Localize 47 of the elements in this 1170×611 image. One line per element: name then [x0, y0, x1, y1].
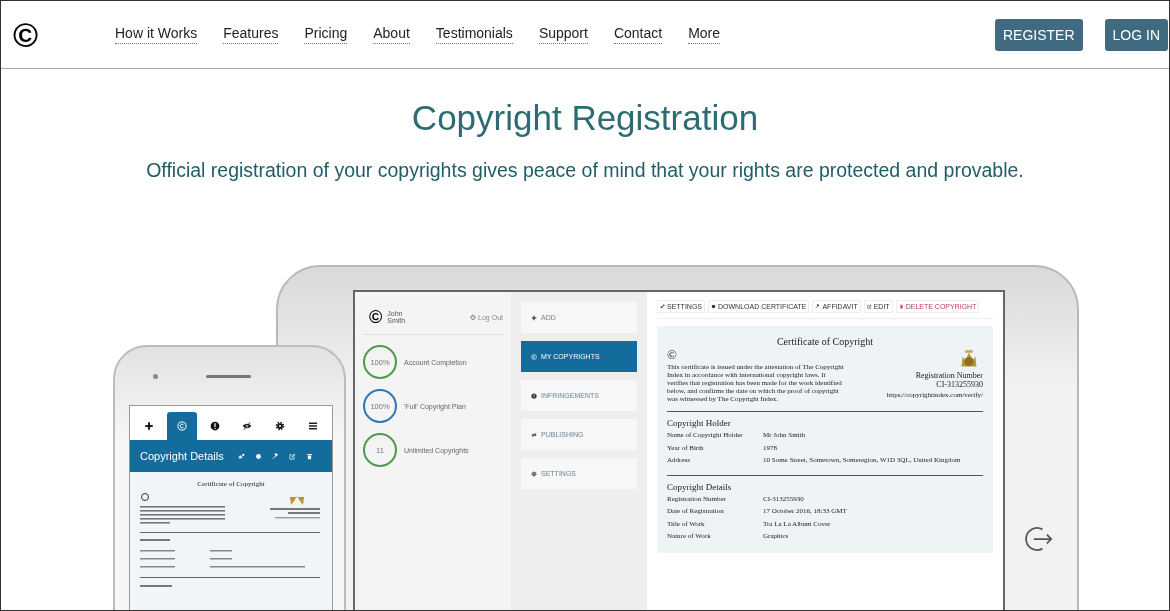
registration-label: Registration Number [915, 371, 983, 380]
plus-icon [144, 421, 154, 431]
copyright-mark: © [667, 347, 678, 363]
dot-icon [254, 452, 262, 460]
trash-icon [898, 304, 904, 309]
nav-link[interactable]: About [373, 25, 410, 44]
edit-icon [866, 304, 872, 309]
certificate-title: Certificate of Copyright [775, 336, 875, 347]
header-title: Copyright Details [140, 450, 224, 462]
copyright-logo[interactable]: © [13, 17, 103, 52]
nav-link[interactable]: Testimonials [435, 25, 513, 44]
section-heading: Copyright Details [667, 481, 733, 492]
crest-icon [959, 349, 979, 369]
edit-icon [288, 452, 296, 460]
nav-link[interactable]: Features [223, 25, 279, 44]
nav-link[interactable]: Contact [613, 25, 663, 44]
nav-link[interactable]: More [688, 25, 721, 44]
menu-icon [308, 421, 318, 431]
hammer-icon [815, 304, 821, 309]
exclamation-icon [209, 421, 220, 431]
hammer-icon [271, 452, 279, 460]
eye-slash-icon [242, 421, 253, 431]
page-title: Copyright Registration [410, 98, 760, 138]
gear-icon [531, 470, 537, 477]
copyright-logo: © [369, 308, 383, 326]
register-button[interactable]: REGISTER [994, 18, 1083, 51]
plus-icon [531, 314, 537, 321]
section-heading: Copyright Holder [667, 418, 732, 428]
gears-icon [237, 452, 245, 460]
copyright-icon [176, 421, 187, 431]
registration-number: CI-313255930 [936, 380, 983, 389]
nav-link[interactable]: Support [538, 25, 588, 44]
circle-arrow-icon [1025, 525, 1053, 553]
nav-link[interactable]: How it Works [115, 25, 198, 44]
gear-icon [275, 421, 286, 431]
nav-link[interactable]: Pricing [304, 25, 348, 44]
copyright-icon [531, 353, 537, 360]
trash-icon [305, 452, 313, 460]
login-button[interactable]: LOG IN [1104, 18, 1168, 51]
camera-dot [153, 374, 158, 379]
exclamation-icon [531, 392, 537, 399]
eye-slash-icon [531, 431, 537, 438]
power-icon [470, 314, 477, 320]
gears-icon [660, 304, 665, 309]
dot-icon [711, 304, 716, 309]
page-subtitle: Official registration of your copyrights gives peace of mind that your rights are protected and provable. [145, 158, 1025, 183]
speaker-grille [206, 375, 251, 378]
